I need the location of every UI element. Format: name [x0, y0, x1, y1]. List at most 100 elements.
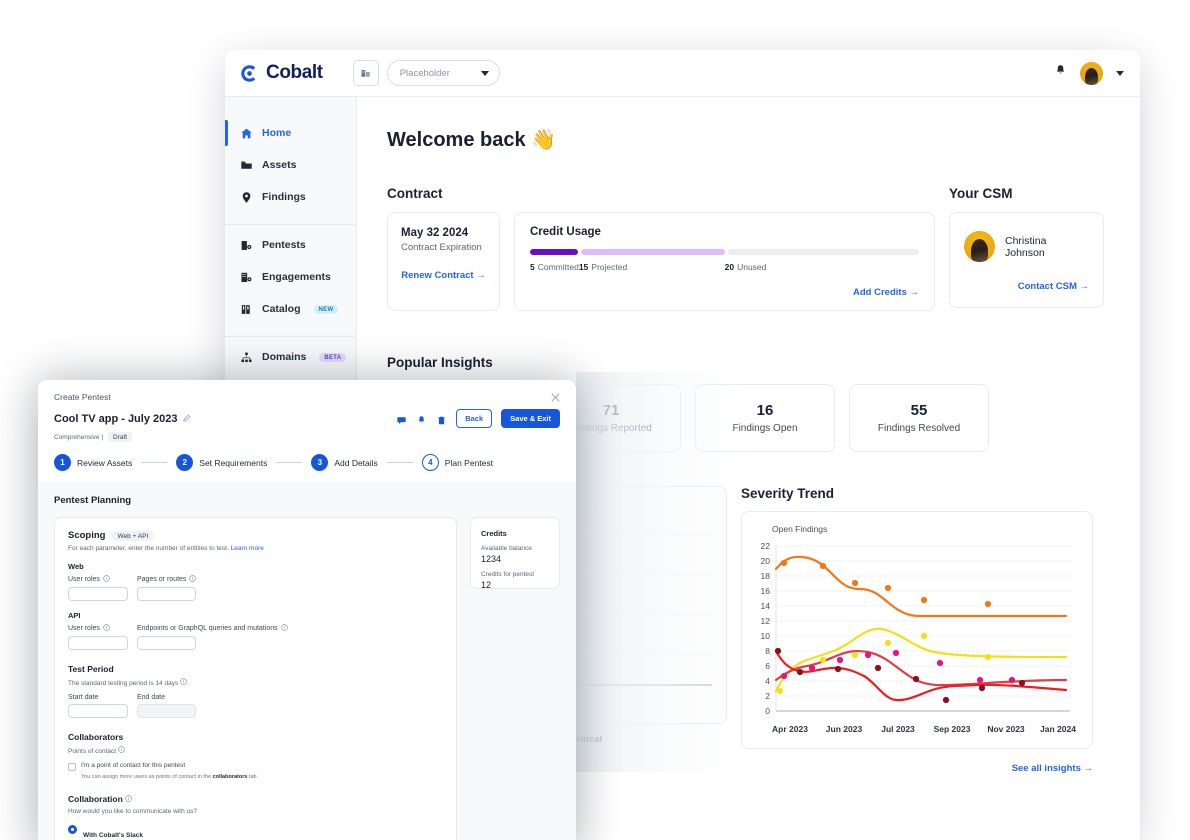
chevron-down-icon	[480, 70, 489, 76]
sidebar-item-label: Home	[262, 127, 292, 139]
step-number: 3	[311, 454, 329, 471]
home-icon	[240, 127, 253, 140]
field-label-text: User roles	[68, 576, 100, 583]
step-plan-pentest[interactable]: 4 Plan Pentest	[421, 454, 493, 471]
back-button[interactable]: Back	[456, 409, 493, 428]
sidebar-item-catalog[interactable]: Catalog NEW	[225, 294, 356, 324]
modal-title-row: Cool TV app - July 2023 Back Save & Exit	[54, 409, 560, 428]
brand-logo[interactable]: Cobalt	[239, 62, 323, 84]
chart-axis-title: Open Findings	[772, 524, 828, 534]
scoping-header: Scoping Web + API	[68, 530, 443, 541]
svg-text:0: 0	[765, 706, 770, 716]
radio-button[interactable]	[68, 825, 77, 834]
sidebar-item-label: Findings	[262, 191, 306, 203]
radio-label: With Cobalt's Slack	[83, 832, 143, 839]
severity-trend-section: Severity Trend Open Findings 22 20 18 16	[741, 486, 1093, 776]
bell-icon[interactable]	[1054, 64, 1067, 82]
scoping-hint: For each parameter, enter the number of …	[68, 545, 443, 552]
contact-csm-link[interactable]: Contact CSM →	[1018, 281, 1089, 292]
trash-icon[interactable]	[436, 413, 447, 425]
point-of-contact-checkbox[interactable]	[68, 763, 76, 771]
available-balance-value: 1234	[481, 554, 502, 564]
point-of-contact-row[interactable]: I'm a point of contact for this pentest	[68, 762, 443, 771]
screenshot-root: Cobalt Placeholder Home Assets Findings …	[0, 0, 1190, 840]
field-label: Endpoints or GraphQL queries and mutatio…	[137, 624, 288, 633]
add-credits-link[interactable]: Add Credits →	[853, 287, 919, 298]
date-fields: Start date End date	[68, 694, 443, 718]
credit-usage-card: Credit Usage 5 Committed 15 Projected 20…	[514, 212, 935, 311]
web-fields: User roles Pages or routes	[68, 575, 443, 601]
org-selector[interactable]: Placeholder	[386, 60, 500, 86]
step-review-assets[interactable]: 1 Review Assets	[54, 454, 132, 471]
stat-value: 16	[756, 402, 774, 419]
stat-label: Findings Resolved	[877, 423, 961, 434]
stat-card-findings-open[interactable]: 16 Findings Open	[695, 384, 835, 452]
stat-card-findings-resolved[interactable]: 55 Findings Resolved	[849, 384, 989, 452]
svg-text:Jan 2024: Jan 2024	[1040, 724, 1076, 734]
api-group-heading: API	[68, 611, 81, 620]
start-date-input[interactable]	[68, 704, 128, 718]
sidebar-item-domains[interactable]: Domains BETA	[225, 342, 356, 372]
contract-and-csm: Contract May 32 2024 Contract Expiration…	[387, 186, 1104, 311]
csm-section: Your CSM Christina Johnson Contact CSM →	[949, 186, 1104, 311]
api-user-roles-input[interactable]	[68, 636, 128, 650]
info-icon[interactable]	[118, 746, 125, 755]
svg-text:Nov 2023: Nov 2023	[987, 724, 1025, 734]
info-icon[interactable]	[103, 575, 110, 584]
sidebar-item-assets[interactable]: Assets	[225, 150, 356, 180]
radio-option-cobalt-slack[interactable]: With Cobalt's Slack Collaborate with pen…	[68, 824, 443, 840]
point-of-contact-label: I'm a point of contact for this pentest	[81, 762, 186, 769]
legend-value: 5	[530, 262, 535, 272]
close-icon[interactable]	[549, 391, 562, 409]
info-icon[interactable]	[189, 575, 197, 584]
web-pages-routes-input[interactable]	[137, 587, 196, 601]
web-user-roles-input[interactable]	[68, 587, 128, 601]
api-fields: User roles Endpoints or GraphQL queries …	[68, 624, 443, 650]
svg-text:8: 8	[765, 646, 770, 656]
end-date-input[interactable]	[137, 704, 196, 718]
save-and-exit-button[interactable]: Save & Exit	[501, 409, 560, 428]
info-icon[interactable]	[103, 624, 110, 633]
modal-body: Pentest Planning Scoping Web + API For e…	[38, 482, 576, 840]
modal-title: Cool TV app - July 2023	[54, 412, 178, 425]
sidebar-item-findings[interactable]: Findings	[225, 182, 356, 212]
top-bar: Cobalt Placeholder	[225, 50, 1140, 97]
comment-icon[interactable]	[396, 413, 407, 424]
learn-more-link[interactable]: Learn more	[231, 545, 264, 552]
info-icon[interactable]	[125, 794, 132, 804]
shield-pin-icon	[240, 191, 253, 204]
page-title: Welcome back 👋	[387, 129, 557, 151]
sidebar-item-label: Pentests	[262, 239, 306, 251]
legend-label: Committed	[537, 262, 579, 272]
bell-icon[interactable]	[416, 413, 427, 424]
chevron-down-icon[interactable]	[1116, 70, 1124, 76]
renew-contract-link[interactable]: Renew Contract →	[401, 270, 486, 281]
pentest-type: Comprehensive |	[54, 433, 104, 441]
step-set-requirements[interactable]: 2 Set Requirements	[176, 454, 267, 471]
pencil-icon[interactable]	[182, 410, 191, 428]
step-label: Add Details	[334, 457, 378, 468]
status-badge: NEW	[313, 304, 339, 314]
status-badge: Draft	[108, 432, 133, 442]
user-avatar[interactable]	[1080, 61, 1103, 85]
radio-text: With Cobalt's Slack Collaborate with pen…	[83, 824, 443, 840]
svg-text:10: 10	[761, 631, 771, 641]
scoping-heading: Scoping	[68, 530, 106, 541]
info-icon[interactable]	[180, 678, 187, 687]
building-icon[interactable]	[352, 60, 379, 86]
sidebar-item-home[interactable]: Home	[225, 118, 356, 148]
api-endpoints-input[interactable]	[137, 636, 196, 650]
available-balance-label: Available balance	[481, 545, 532, 552]
field-label: Pages or routes	[137, 575, 197, 584]
svg-text:4: 4	[765, 676, 770, 686]
see-all-insights-link[interactable]: See all insights →	[1012, 763, 1093, 774]
field-web-user-roles: User roles	[68, 575, 128, 601]
info-icon[interactable]	[280, 624, 288, 633]
engagements-icon	[240, 271, 253, 284]
planning-main-panel: Scoping Web + API For each parameter, en…	[54, 517, 457, 840]
section-title-severity-trend: Severity Trend	[741, 486, 835, 501]
field-api-endpoints: Endpoints or GraphQL queries and mutatio…	[137, 624, 288, 650]
sidebar-item-pentests[interactable]: Pentests	[225, 230, 356, 260]
sidebar-item-engagements[interactable]: Engagements	[225, 262, 356, 292]
step-add-details[interactable]: 3 Add Details	[311, 454, 378, 471]
